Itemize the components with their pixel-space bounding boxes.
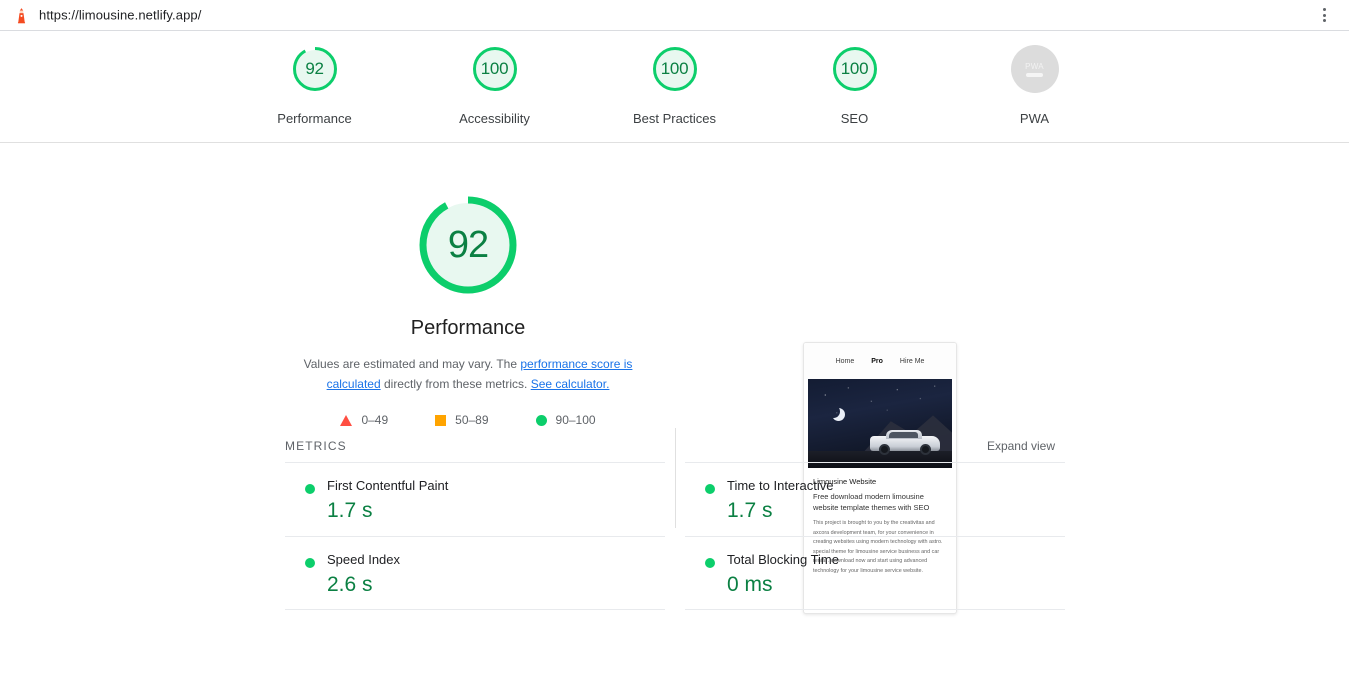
moon-icon	[827, 405, 840, 418]
metric-label: Time to Interactive	[727, 478, 834, 493]
score-item-best-practices[interactable]: 100 Best Practices	[618, 45, 732, 126]
circle-icon	[535, 414, 547, 426]
thumbnail-nav-hire-me: Hire Me	[899, 357, 925, 365]
see-calculator-link[interactable]: See calculator.	[531, 377, 610, 391]
report-body: 92 Performance Values are estimated and …	[0, 143, 1349, 681]
score-legend: 0–49 50–89 90–100	[340, 413, 596, 427]
score-item-accessibility[interactable]: 100 Accessibility	[438, 45, 552, 126]
performance-description: Values are estimated and may vary. The p…	[296, 354, 641, 394]
metric-label: First Contentful Paint	[327, 478, 449, 493]
gauge-performance-value: 92	[305, 59, 324, 78]
score-label-seo: SEO	[840, 111, 869, 126]
score-summary-strip: 92 Performance 100 Accessibility 100 Bes…	[0, 31, 1349, 143]
kebab-menu-icon[interactable]	[1316, 7, 1332, 23]
kebab-dot-2	[1322, 13, 1326, 17]
legend-range-fail: 0–49	[361, 413, 389, 427]
gauge-accessibility-value: 100	[480, 59, 509, 78]
metric-label: Speed Index	[327, 552, 401, 567]
metric-time-to-interactive[interactable]: Time to Interactive 1.7 s	[685, 462, 1065, 536]
legend-item-pass: 90–100	[535, 413, 596, 427]
performance-title: Performance	[410, 317, 526, 339]
gauge-seo: 100	[831, 45, 879, 93]
metric-first-contentful-paint[interactable]: First Contentful Paint 1.7 s	[285, 462, 665, 536]
score-label-performance: Performance	[277, 111, 352, 126]
performance-gauge-block: 92 Performance Values are estimated and …	[285, 195, 651, 427]
score-item-performance[interactable]: 92 Performance	[258, 45, 372, 126]
metric-speed-index[interactable]: Speed Index 2.6 s	[285, 536, 665, 610]
thumbnail-nav-pro: Pro	[871, 357, 883, 365]
thumbnail-nav: Home Pro Hire Me	[804, 343, 956, 379]
metric-value: 2.6 s	[327, 573, 373, 596]
status-dot-icon	[705, 484, 715, 494]
pwa-badge-text: PWA	[1025, 61, 1044, 71]
car-window	[889, 432, 918, 438]
description-text-1: Values are estimated and may vary. The	[303, 357, 521, 371]
browser-toolbar: https://limousine.netlify.app/	[0, 0, 1349, 31]
gauge-accessibility: 100	[471, 45, 519, 93]
performance-big-gauge: 92	[418, 195, 518, 295]
gauge-seo-value: 100	[840, 59, 869, 78]
score-label-accessibility: Accessibility	[459, 111, 530, 126]
status-dot-icon	[305, 558, 315, 568]
kebab-dot-1	[1322, 8, 1326, 11]
metrics-grid: First Contentful Paint 1.7 s Time to Int…	[285, 462, 1065, 610]
legend-item-average: 50–89	[435, 413, 489, 427]
metrics-header: METRICS Expand view	[285, 439, 1055, 453]
triangle-icon	[340, 414, 353, 426]
status-dot-icon	[705, 558, 715, 568]
gauge-performance: 92	[291, 45, 339, 93]
metric-value: 1.7 s	[727, 499, 773, 522]
score-label-pwa: PWA	[1019, 111, 1050, 126]
metric-value: 1.7 s	[327, 499, 373, 522]
score-label-best-practices: Best Practices	[632, 111, 717, 126]
metric-total-blocking-time[interactable]: Total Blocking Time 0 ms	[685, 536, 1065, 610]
metrics-heading: METRICS	[285, 439, 347, 453]
status-dot-icon	[305, 484, 315, 494]
score-item-pwa[interactable]: PWA PWA	[978, 45, 1092, 126]
metric-label: Total Blocking Time	[727, 552, 839, 567]
thumbnail-hero-image	[808, 379, 952, 468]
thumbnail-nav-home: Home	[835, 357, 855, 365]
gauge-best-practices: 100	[651, 45, 699, 93]
gauge-pwa: PWA	[1010, 45, 1059, 93]
url-text[interactable]: https://limousine.netlify.app/	[39, 8, 201, 23]
description-text-2: directly from these metrics.	[380, 377, 531, 391]
kebab-dot-3	[1322, 19, 1326, 22]
legend-range-average: 50–89	[455, 413, 489, 427]
performance-big-gauge-value: 92	[447, 223, 489, 266]
legend-item-fail: 0–49	[340, 413, 388, 427]
square-icon	[435, 414, 447, 426]
pwa-dash-icon	[1026, 72, 1043, 77]
score-item-seo[interactable]: 100 SEO	[798, 45, 912, 126]
legend-range-pass: 90–100	[555, 413, 596, 427]
gauge-best-practices-value: 100	[660, 59, 689, 78]
lighthouse-icon	[17, 8, 26, 24]
metric-value: 0 ms	[727, 573, 773, 596]
expand-view-button[interactable]: Expand view	[987, 439, 1055, 453]
